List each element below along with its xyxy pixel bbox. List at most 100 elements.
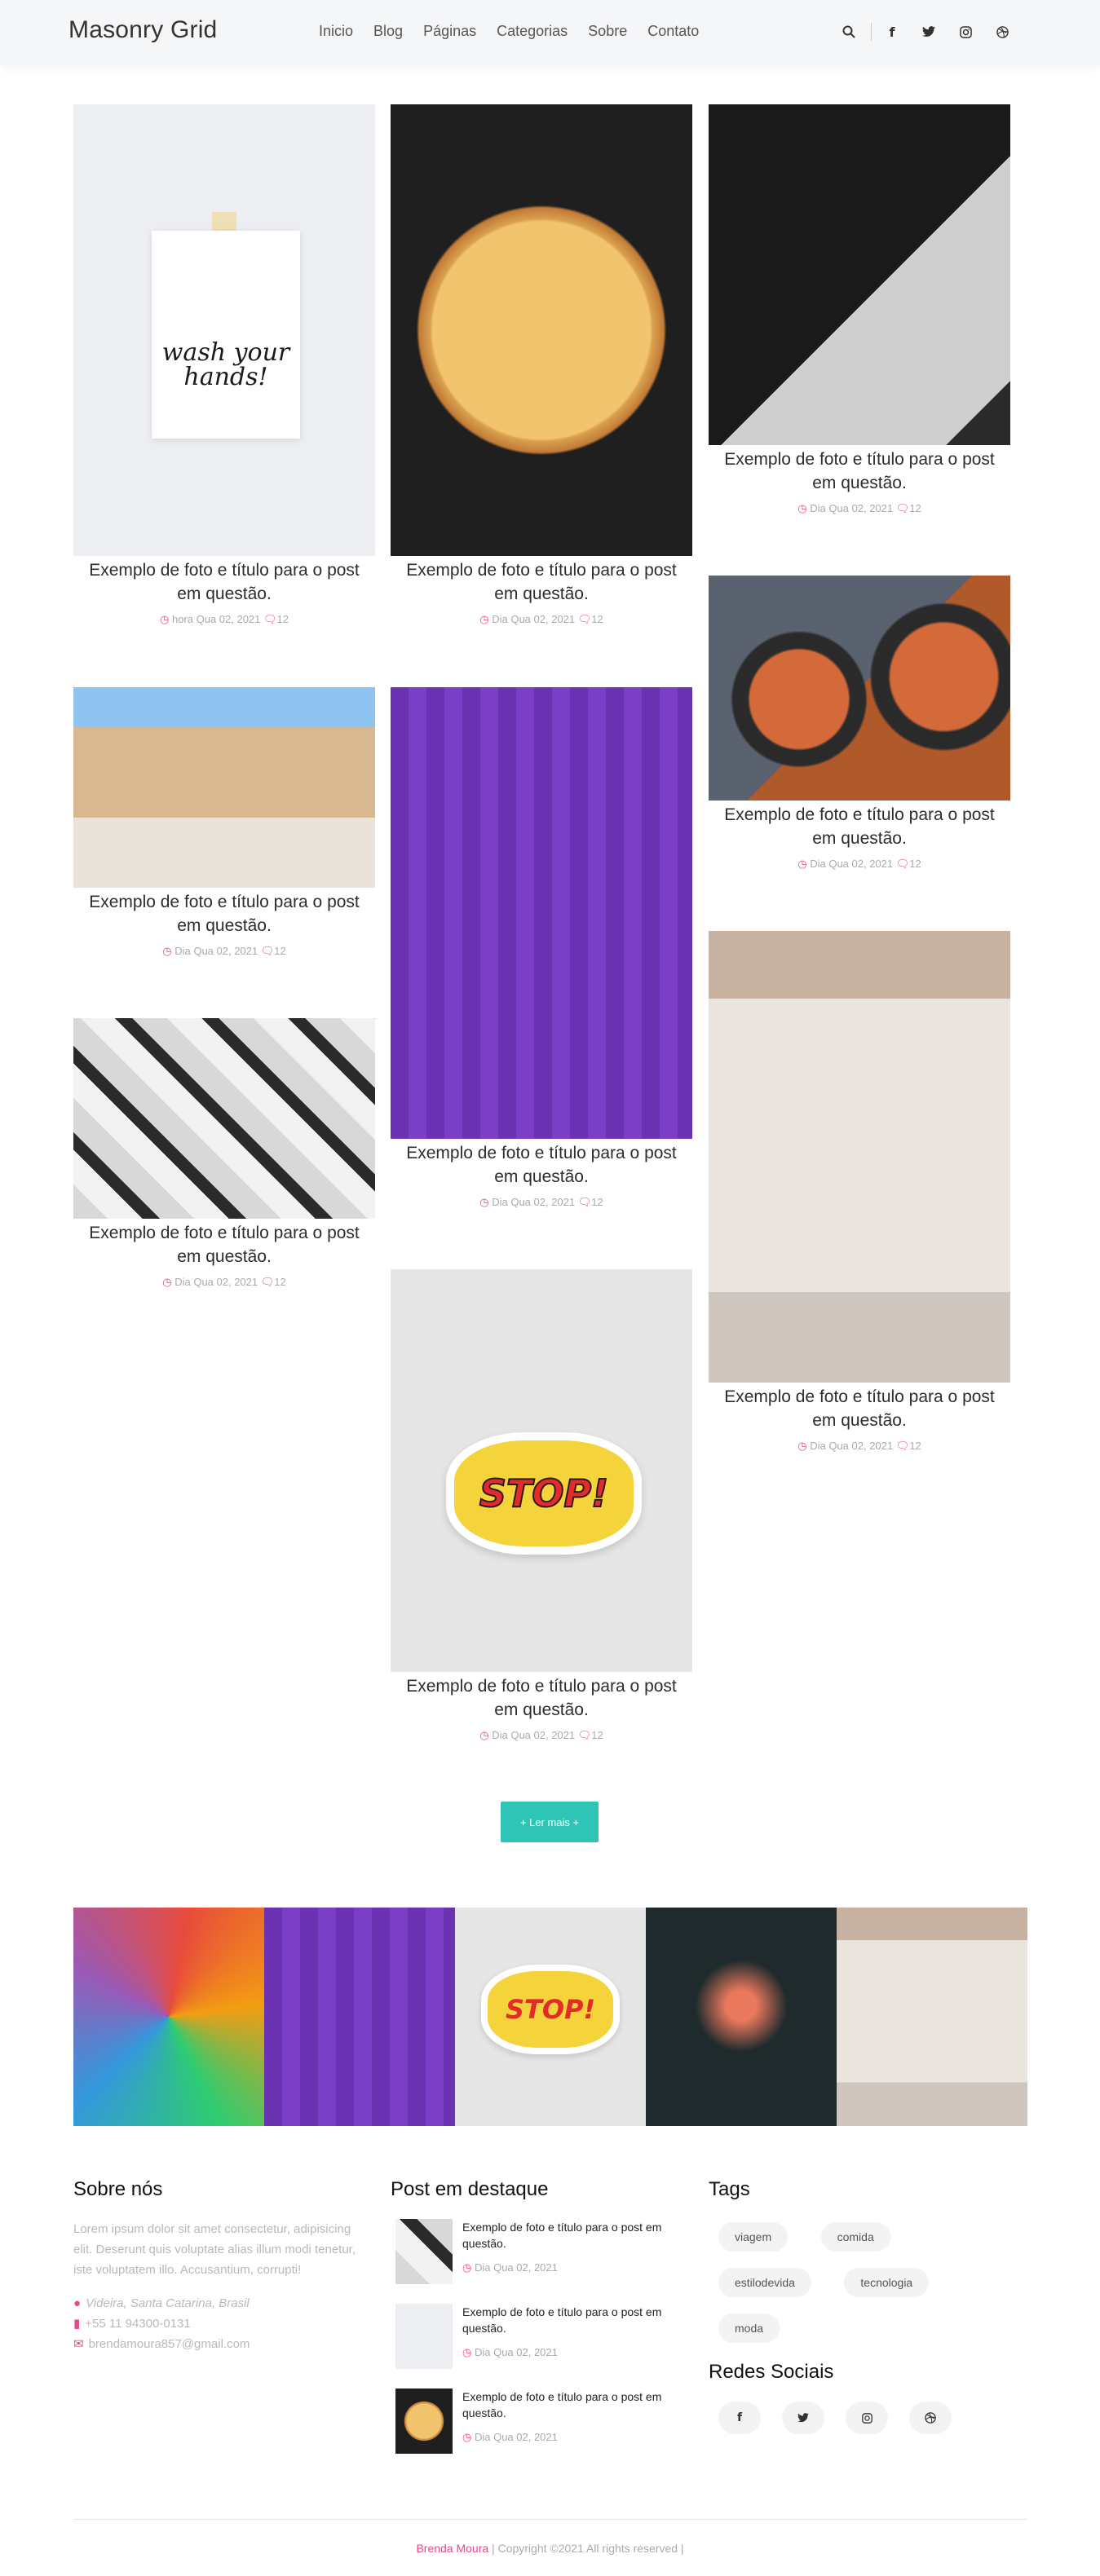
featured-post[interactable]: Exemplo de foto e título para o post em …	[391, 2304, 683, 2369]
post-date: Dia Qua 02, 2021	[492, 613, 576, 625]
post-title[interactable]: Exemplo de foto e título para o post em …	[709, 1385, 1010, 1432]
featured-thumbnail[interactable]	[395, 2219, 453, 2284]
post-meta: ◷ Dia Qua 02, 2021 🗨12	[73, 945, 375, 958]
copyright-author[interactable]: Brenda Moura	[416, 2542, 488, 2555]
clock-icon: ◷	[162, 1276, 172, 1288]
gallery-image-stop-sticker[interactable]: STOP!	[455, 1908, 646, 2126]
clock-icon: ◷	[479, 1196, 489, 1208]
comment-icon: 🗨	[263, 613, 277, 625]
gallery-image-white-dress[interactable]	[837, 1908, 1027, 2126]
brand-logo[interactable]: Masonry Grid	[68, 16, 217, 44]
post-image[interactable]	[709, 104, 1010, 445]
tag-estilodevida[interactable]: estilodevida	[718, 2268, 811, 2297]
post-meta: ◷ Dia Qua 02, 2021 🗨12	[391, 613, 692, 626]
post-date: Dia Qua 02, 2021	[174, 945, 258, 957]
post-card[interactable]: wash your hands! Exemplo de foto e títul…	[73, 104, 375, 626]
nav-item-blog[interactable]: Blog	[373, 23, 403, 40]
post-meta: ◷ Dia Qua 02, 2021 🗨12	[391, 1196, 692, 1209]
dribbble-icon[interactable]	[992, 21, 1013, 42]
gallery-image-lamp[interactable]	[646, 1908, 837, 2126]
post-card[interactable]: Exemplo de foto e título para o post em …	[73, 687, 375, 958]
footer-featured: Post em destaque Exemplo de foto e títul…	[391, 2178, 683, 2454]
footer-featured-title: Post em destaque	[391, 2178, 549, 2200]
site-header: Masonry Grid Inicio Blog Páginas Categor…	[0, 0, 1100, 65]
post-date: Dia Qua 02, 2021	[810, 502, 894, 514]
post-card[interactable]: Exemplo de foto e título para o post em …	[709, 576, 1010, 871]
post-title[interactable]: Exemplo de foto e título para o post em …	[73, 890, 375, 937]
main-nav: Inicio Blog Páginas Categorias Sobre Con…	[319, 23, 719, 40]
featured-post-meta: ◷ Dia Qua 02, 2021	[462, 2431, 558, 2443]
facebook-icon[interactable]: f	[881, 21, 903, 42]
featured-post[interactable]: Exemplo de foto e título para o post em …	[391, 2219, 683, 2284]
footer-about-title: Sobre nós	[73, 2178, 163, 2200]
twitter-icon[interactable]	[782, 2402, 824, 2434]
nav-item-categorias[interactable]: Categorias	[497, 23, 568, 40]
post-comments: 12	[591, 1196, 603, 1208]
comment-icon: 🗨	[577, 1729, 592, 1741]
featured-post-title[interactable]: Exemplo de foto e título para o post em …	[462, 2389, 683, 2421]
post-meta: ◷ Dia Qua 02, 2021 🗨12	[709, 1440, 1010, 1453]
copyright: Brenda Moura | Copyright ©2021 All right…	[0, 2542, 1100, 2555]
post-title[interactable]: Exemplo de foto e título para o post em …	[709, 803, 1010, 850]
post-card[interactable]: Exemplo de foto e título para o post em …	[709, 104, 1010, 515]
comment-icon: 🗨	[577, 1196, 592, 1208]
gallery-image-purple-wall[interactable]	[264, 1908, 455, 2126]
dribbble-icon[interactable]	[909, 2402, 952, 2434]
gallery-image-colorful-face[interactable]	[73, 1908, 264, 2126]
post-card[interactable]: STOP! Exemplo de foto e título para o po…	[391, 1269, 692, 1742]
comment-icon: 🗨	[895, 502, 910, 514]
post-image[interactable]	[73, 687, 375, 888]
featured-post-title[interactable]: Exemplo de foto e título para o post em …	[462, 2304, 683, 2336]
post-title[interactable]: Exemplo de foto e título para o post em …	[709, 448, 1010, 495]
post-title[interactable]: Exemplo de foto e título para o post em …	[391, 558, 692, 606]
post-image[interactable]: wash your hands!	[73, 104, 375, 556]
post-card[interactable]: Exemplo de foto e título para o post em …	[391, 104, 692, 626]
nav-item-inicio[interactable]: Inicio	[319, 23, 353, 40]
post-title[interactable]: Exemplo de foto e título para o post em …	[391, 1141, 692, 1189]
tag-viagem[interactable]: viagem	[718, 2222, 789, 2252]
featured-thumbnail[interactable]	[395, 2389, 453, 2454]
post-meta: ◷ Dia Qua 02, 2021 🗨12	[709, 858, 1010, 871]
post-title[interactable]: Exemplo de foto e título para o post em …	[391, 1674, 692, 1722]
post-title[interactable]: Exemplo de foto e título para o post em …	[73, 1221, 375, 1268]
comment-icon: 🗨	[895, 1440, 910, 1452]
tag-comida[interactable]: comida	[820, 2222, 890, 2252]
clock-icon: ◷	[160, 613, 170, 625]
post-image[interactable]	[709, 931, 1010, 1383]
tag-tecnologia[interactable]: tecnologia	[844, 2268, 930, 2297]
tag-moda[interactable]: moda	[718, 2314, 780, 2343]
featured-post-meta: ◷ Dia Qua 02, 2021	[462, 2346, 558, 2358]
post-image[interactable]	[391, 104, 692, 556]
stop-sticker: STOP!	[481, 1965, 620, 2054]
post-meta: ◷ hora Qua 02, 2021 🗨12	[73, 613, 375, 626]
nav-item-contato[interactable]: Contato	[647, 23, 699, 40]
featured-post[interactable]: Exemplo de foto e título para o post em …	[391, 2389, 683, 2454]
post-comments: 12	[909, 502, 921, 514]
post-card[interactable]: Exemplo de foto e título para o post em …	[709, 931, 1010, 1453]
post-title[interactable]: Exemplo de foto e título para o post em …	[73, 558, 375, 606]
featured-post-title[interactable]: Exemplo de foto e título para o post em …	[462, 2219, 683, 2252]
post-image[interactable]	[709, 576, 1010, 801]
post-image[interactable]	[391, 687, 692, 1139]
load-more-button[interactable]: + Ler mais +	[501, 1802, 599, 1842]
post-card[interactable]: Exemplo de foto e título para o post em …	[391, 687, 692, 1209]
post-image[interactable]	[73, 1018, 375, 1219]
featured-post-meta: ◷ Dia Qua 02, 2021	[462, 2261, 558, 2274]
nav-item-paginas[interactable]: Páginas	[423, 23, 476, 40]
clock-icon: ◷	[479, 1729, 489, 1741]
clock-icon: ◷	[797, 858, 807, 870]
instagram-icon[interactable]	[846, 2402, 888, 2434]
clock-icon: ◷	[479, 613, 489, 625]
facebook-icon[interactable]: f	[718, 2402, 761, 2434]
clock-icon: ◷	[462, 2261, 472, 2274]
post-comments: 12	[276, 613, 289, 625]
post-date: Dia Qua 02, 2021	[810, 858, 894, 870]
contact-email[interactable]: ✉ brendamoura857@gmail.com	[73, 2334, 367, 2354]
post-image[interactable]: STOP!	[391, 1269, 692, 1672]
twitter-icon[interactable]	[918, 21, 939, 42]
post-card[interactable]: Exemplo de foto e título para o post em …	[73, 1018, 375, 1289]
instagram-icon[interactable]	[955, 21, 976, 42]
search-icon[interactable]	[838, 21, 859, 42]
nav-item-sobre[interactable]: Sobre	[588, 23, 627, 40]
featured-thumbnail[interactable]	[395, 2304, 453, 2369]
